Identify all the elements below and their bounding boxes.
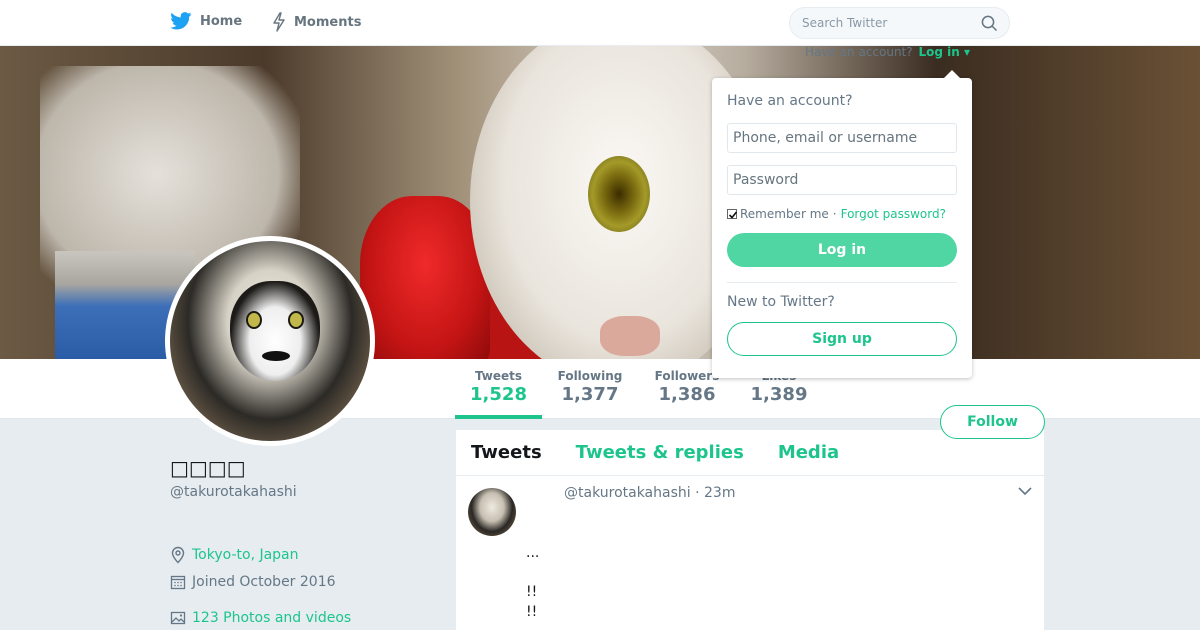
tweet-author-avatar[interactable] bbox=[468, 488, 516, 536]
stat-label: Following bbox=[557, 369, 623, 383]
tweets-timeline: Tweets Tweets & replies Media @takurotak… bbox=[456, 430, 1044, 630]
active-stat-underline bbox=[455, 415, 542, 419]
stat-value: 1,377 bbox=[561, 384, 619, 405]
tweet-header[interactable]: @takurotakahashi · 23m bbox=[564, 485, 735, 501]
checkmark-icon bbox=[728, 211, 738, 219]
image-icon bbox=[170, 611, 186, 625]
chevron-down-icon[interactable] bbox=[1018, 486, 1032, 496]
bird-icon bbox=[170, 12, 192, 30]
dropdown-divider bbox=[727, 282, 957, 283]
remember-me-row: Remember me · Forgot password? bbox=[727, 207, 957, 221]
tab-tweets[interactable]: Tweets bbox=[471, 442, 542, 463]
profile-header-card: □□□□ @takurotakahashi bbox=[170, 456, 430, 500]
profile-joined-date: Joined October 2016 bbox=[170, 574, 336, 590]
username-input[interactable] bbox=[727, 123, 957, 153]
lightning-icon bbox=[273, 12, 285, 32]
remember-me-label: Remember me bbox=[740, 207, 829, 221]
tab-media[interactable]: Media bbox=[778, 442, 839, 463]
login-link-label: Log in bbox=[918, 45, 960, 59]
tweet-text-line: !! bbox=[526, 584, 538, 600]
location-text: Tokyo-to, Japan bbox=[192, 547, 299, 563]
stat-value: 1,389 bbox=[750, 384, 808, 405]
login-button[interactable]: Log in bbox=[727, 233, 957, 267]
top-navigation-bar: Home Moments bbox=[0, 0, 1200, 46]
login-dropdown-toggle[interactable]: Log in ▾ bbox=[918, 45, 970, 59]
tweet-text-line: !! bbox=[526, 604, 538, 620]
search-box bbox=[789, 7, 1010, 39]
search-input[interactable] bbox=[802, 8, 982, 38]
stat-value: 1,528 bbox=[470, 384, 527, 405]
caret-down-icon: ▾ bbox=[963, 45, 970, 59]
photos-text: 123 Photos and videos bbox=[192, 610, 352, 626]
login-prompt: Have an account? Log in ▾ bbox=[805, 45, 970, 59]
profile-location[interactable]: Tokyo-to, Japan bbox=[170, 546, 299, 564]
joined-text: Joined October 2016 bbox=[192, 574, 336, 590]
login-dropdown-title: Have an account? bbox=[727, 93, 853, 109]
profile-handle[interactable]: @takurotakahashi bbox=[170, 484, 430, 500]
new-to-twitter-label: New to Twitter? bbox=[727, 294, 835, 310]
nav-home-label: Home bbox=[200, 13, 243, 29]
login-prompt-question: Have an account? bbox=[805, 45, 913, 59]
location-pin-icon bbox=[171, 546, 185, 564]
stat-label: Tweets bbox=[474, 369, 523, 383]
nav-moments-label: Moments bbox=[294, 14, 362, 30]
stat-value: 1,386 bbox=[658, 384, 716, 405]
stat-following[interactable]: Following 1,377 bbox=[548, 369, 632, 405]
signup-button[interactable]: Sign up bbox=[727, 322, 957, 356]
remember-me-checkbox[interactable] bbox=[727, 209, 738, 219]
stat-tweets[interactable]: Tweets 1,528 bbox=[455, 369, 542, 405]
nav-home[interactable]: Home bbox=[170, 12, 242, 30]
search-icon[interactable] bbox=[981, 15, 998, 32]
password-input[interactable] bbox=[727, 165, 957, 195]
tab-tweets-and-replies[interactable]: Tweets & replies bbox=[576, 442, 744, 463]
separator-dot: · bbox=[832, 207, 837, 221]
nav-moments[interactable]: Moments bbox=[272, 12, 361, 32]
profile-photos-link[interactable]: 123 Photos and videos bbox=[170, 610, 351, 626]
calendar-icon bbox=[170, 575, 186, 590]
profile-display-name: □□□□ bbox=[170, 456, 246, 480]
profile-avatar[interactable] bbox=[165, 236, 375, 446]
forgot-password-link[interactable]: Forgot password? bbox=[841, 207, 946, 221]
login-dropdown: Have an account? Remember me · Forgot pa… bbox=[712, 70, 972, 378]
tweet-text-line: ... bbox=[526, 545, 540, 561]
dropdown-caret bbox=[944, 70, 960, 78]
follow-button[interactable]: Follow bbox=[940, 405, 1045, 439]
